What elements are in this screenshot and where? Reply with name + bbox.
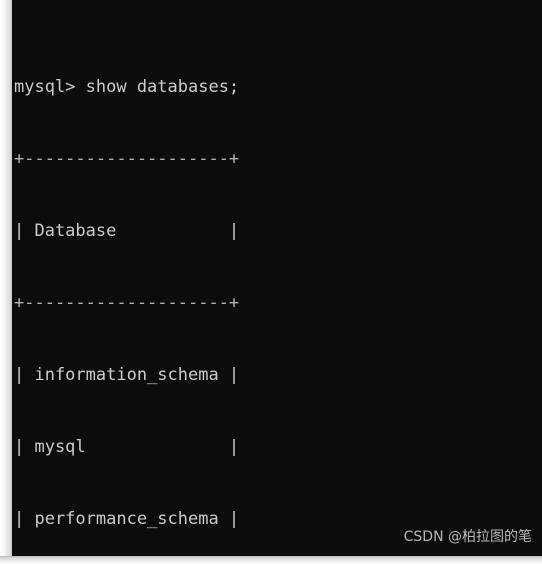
terminal-line: | mysql | [14,437,240,457]
screenshot-root: mysql> show databases; +----------------… [0,0,542,564]
terminal-line: +--------------------+ [14,149,240,169]
terminal-line: mysql> show databases; [14,77,240,97]
page-left-edge [0,0,12,564]
terminal-window[interactable]: mysql> show databases; +----------------… [12,0,542,556]
watermark-label: CSDN @柏拉图的笔 [403,529,532,545]
terminal-output[interactable]: mysql> show databases; +----------------… [14,3,542,556]
terminal-line: | Database | [14,221,240,241]
page-bottom-edge [0,556,542,564]
terminal-line: | information_schema | [14,365,240,385]
terminal-line: +--------------------+ [14,293,240,313]
